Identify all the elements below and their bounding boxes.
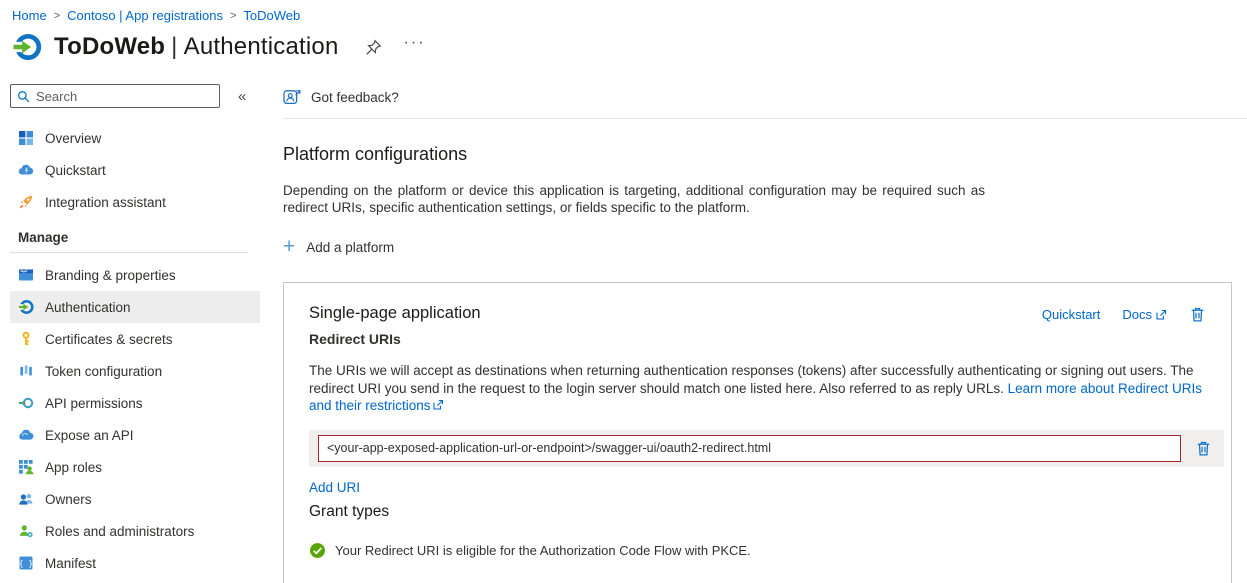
page-name: Authentication [183,33,339,60]
sidebar-item-label: Authentication [45,299,131,315]
sidebar-item-label: API permissions [45,395,143,411]
pkce-message-text: Your Redirect URI is eligible for the Au… [335,542,751,558]
title-separator: | [171,33,178,60]
sidebar-item-label: Branding & properties [45,267,176,283]
page-title: ToDoWeb | Authentication [54,33,339,61]
sidebar-item-owners[interactable]: Owners [10,483,260,515]
trash-icon [1191,307,1204,322]
rocket-icon [19,195,33,209]
quickstart-cloud-icon [18,164,34,175]
sidebar-section-manage: Manage [10,218,248,253]
sidebar-item-branding-properties[interactable]: Branding & properties [10,259,260,291]
cloud-icon [19,429,34,440]
manifest-braces-icon: { } [19,556,33,570]
auth-arrow-circle-icon [18,300,34,314]
breadcrumb: Home > Contoso | App registrations > ToD… [0,0,1247,23]
sidebar-nav: Overview Quickstart Integration assistan… [10,122,270,579]
sidebar-item-label: Quickstart [45,162,106,178]
feedback-icon [283,90,301,105]
platform-configurations-description: Depending on the platform or device this… [283,183,985,215]
delete-uri-button[interactable] [1195,440,1212,457]
sidebar-item-manifest[interactable]: { } Manifest [10,547,260,579]
quickstart-link[interactable]: Quickstart [1042,307,1101,322]
breadcrumb-todoweb-link[interactable]: ToDoWeb [243,8,300,23]
breadcrumb-separator: > [229,10,237,22]
delete-platform-button[interactable] [1189,306,1206,323]
single-page-application-card: Single-page application Redirect URIs Qu… [283,282,1232,583]
pin-icon[interactable] [365,39,382,56]
got-feedback-label: Got feedback? [311,89,399,105]
sidebar-item-integration-assistant[interactable]: Integration assistant [10,186,260,218]
add-uri-link[interactable]: Add URI [309,480,360,495]
key-icon [22,331,30,345]
more-options-icon[interactable]: ··· [404,35,426,56]
person-gear-icon [20,525,33,538]
got-feedback-button[interactable]: Got feedback? [283,84,399,110]
token-bars-icon [20,365,32,376]
plus-icon: + [283,235,296,258]
redirect-uris-description: The URIs we will accept as destinations … [309,362,1206,415]
browser-window-icon [19,269,33,281]
platform-configurations-title: Platform configurations [283,144,468,164]
redirect-uri-row [309,429,1224,467]
add-platform-button[interactable]: + Add a platform [283,235,395,258]
breadcrumb-separator: > [53,10,61,22]
breadcrumb-app-registrations-link[interactable]: Contoso | App registrations [67,8,223,23]
redirect-uri-input[interactable] [318,434,1181,462]
sidebar-item-label: Roles and administrators [45,523,195,539]
main-content: Got feedback? Platform configurations De… [270,84,1247,583]
docs-link-label: Docs [1122,307,1152,322]
grant-types-title: Grant types [309,502,390,520]
grid-person-icon [19,460,34,475]
sidebar-item-token-configuration[interactable]: Token configuration [10,355,260,387]
svg-text:{ }: { } [19,559,33,568]
search-icon [18,90,30,102]
sidebar-item-expose-an-api[interactable]: Expose an API [10,419,260,451]
add-platform-label: Add a platform [306,239,395,255]
sidebar-item-label: Integration assistant [45,194,166,210]
external-link-icon [433,399,443,410]
sidebar: « Overview Quickstart [0,84,270,583]
sidebar-search-field[interactable] [36,88,213,104]
external-link-icon [1156,309,1167,320]
sidebar-item-authentication[interactable]: Authentication [10,291,260,323]
collapse-sidebar-icon[interactable]: « [238,88,246,105]
redirect-uris-subtitle: Redirect URIs [309,331,401,347]
sidebar-item-label: Token configuration [45,363,163,379]
people-icon [19,493,33,505]
sidebar-item-label: Manifest [45,555,97,571]
success-check-icon [310,542,325,558]
sidebar-item-label: Expose an API [45,427,134,443]
app-name: ToDoWeb [54,33,166,60]
sidebar-item-label: Overview [45,130,102,146]
api-arrow-circle-icon [18,397,34,409]
pkce-eligibility-message: Your Redirect URI is eligible for the Au… [309,542,1206,559]
card-title: Single-page application [309,304,481,322]
overview-grid-icon [19,131,33,145]
sidebar-item-roles-and-administrators[interactable]: Roles and administrators [10,515,260,547]
sidebar-item-certificates-secrets[interactable]: Certificates & secrets [10,323,260,355]
sidebar-item-label: Owners [45,491,92,507]
sidebar-item-label: Certificates & secrets [45,331,173,347]
sidebar-item-app-roles[interactable]: App roles [10,451,260,483]
sidebar-item-overview[interactable]: Overview [10,122,260,154]
breadcrumb-home-link[interactable]: Home [12,8,47,23]
page-header: ToDoWeb | Authentication ··· [0,23,1247,62]
sidebar-item-api-permissions[interactable]: API permissions [10,387,260,419]
sidebar-item-quickstart[interactable]: Quickstart [10,154,260,186]
search-input[interactable] [10,84,220,108]
app-registration-icon [12,33,42,61]
sidebar-item-label: App roles [45,459,103,475]
toolbar-divider [283,118,1247,119]
trash-icon [1197,441,1210,456]
docs-link[interactable]: Docs [1122,307,1167,322]
